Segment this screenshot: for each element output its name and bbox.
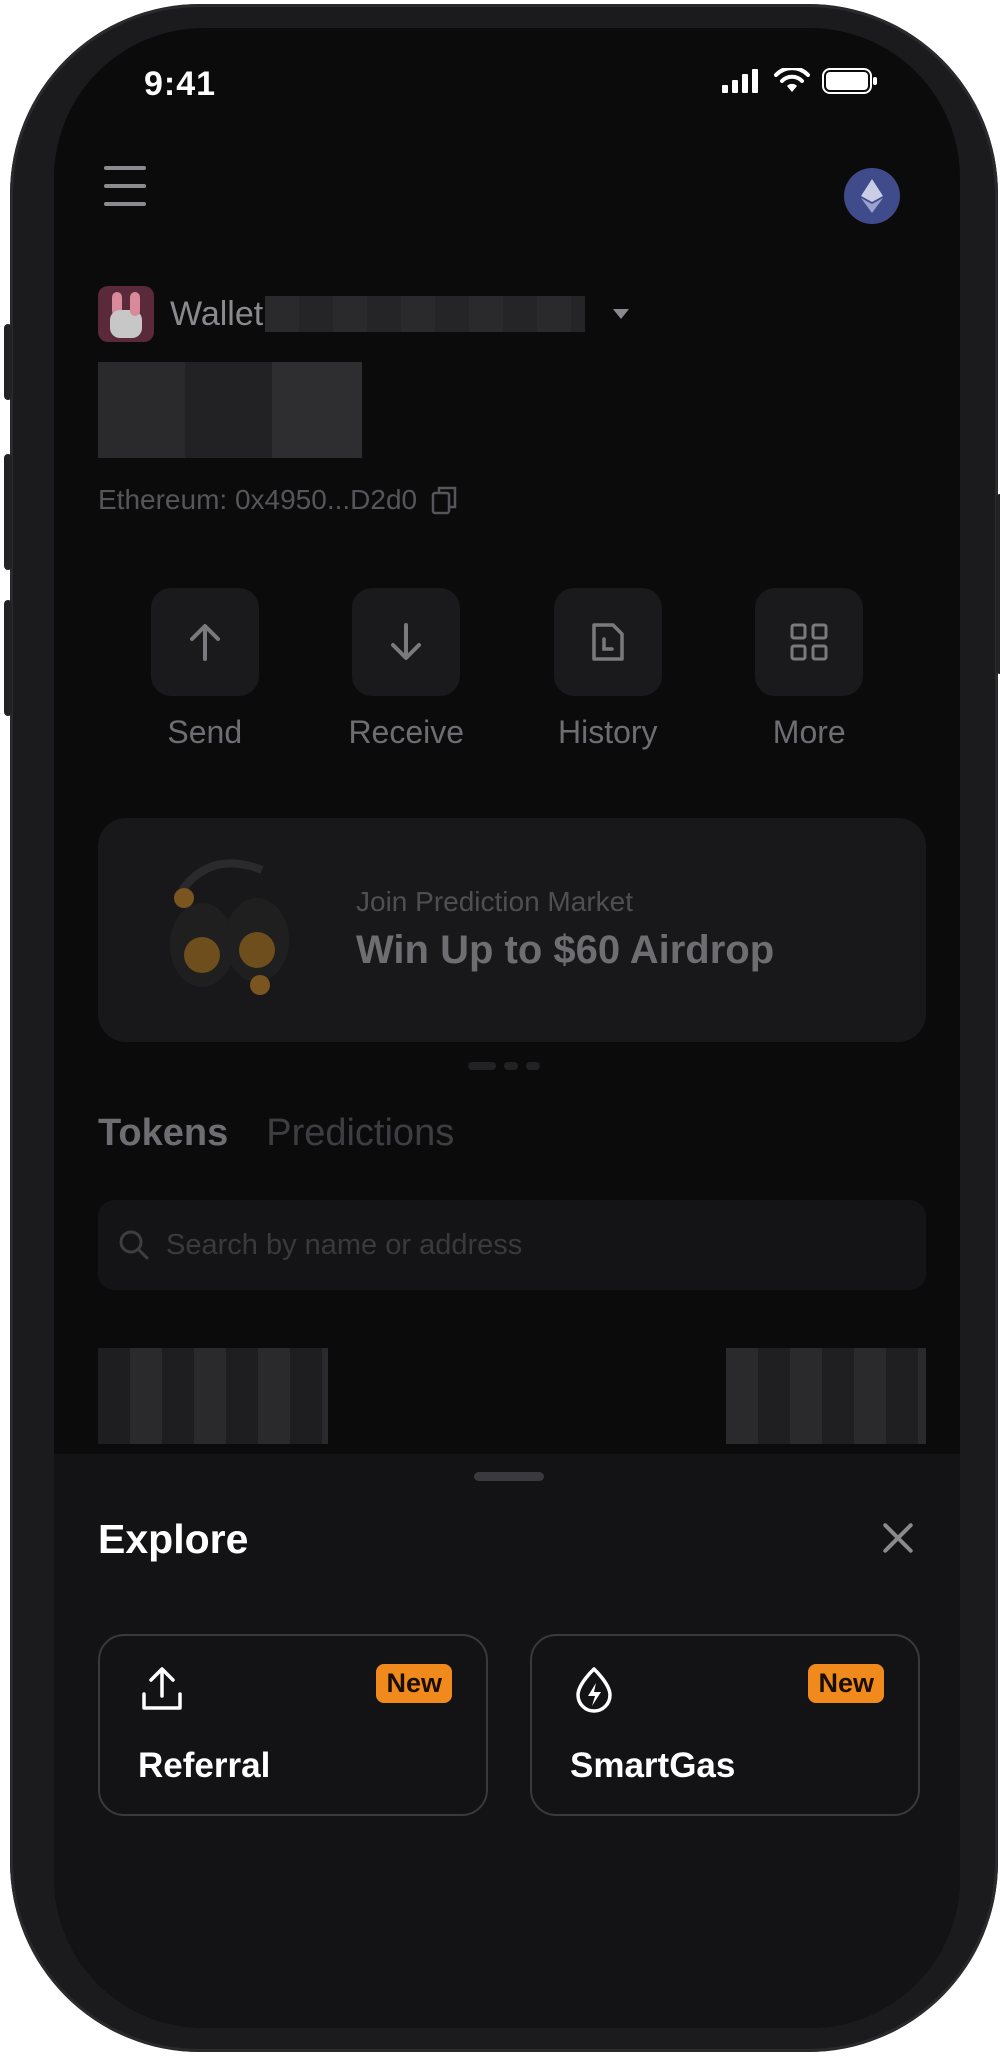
grid-icon xyxy=(790,623,828,661)
referral-label: Referral xyxy=(138,1746,271,1785)
carousel-dots xyxy=(468,1062,540,1070)
smartgas-label: SmartGas xyxy=(570,1746,736,1785)
quick-actions: Send Receive History More xyxy=(54,588,960,751)
wifi-icon xyxy=(774,68,810,92)
redacted-token-info xyxy=(98,1348,328,1444)
power-button xyxy=(996,494,1000,674)
phone-frame: 9:41 Wallet Ethereum: 0x4950...D2d0 Send… xyxy=(4,4,1000,2052)
wallet-name: Wallet xyxy=(170,294,264,333)
new-badge: New xyxy=(376,1664,452,1703)
redacted-wallet-name xyxy=(265,296,586,332)
redacted-balance xyxy=(98,362,362,458)
history-label: History xyxy=(557,714,658,750)
token-row[interactable] xyxy=(98,1348,926,1444)
sheet-drag-handle[interactable] xyxy=(474,1472,544,1481)
send-tile[interactable] xyxy=(150,588,259,696)
status-time: 9:41 xyxy=(144,65,217,103)
carousel-dot[interactable] xyxy=(504,1062,518,1070)
smartgas-card[interactable]: New SmartGas xyxy=(530,1634,920,1816)
redacted-token-balance xyxy=(726,1348,926,1444)
send-label: Send xyxy=(167,714,243,750)
ethereum-network-icon[interactable] xyxy=(844,168,900,224)
more-button[interactable]: More xyxy=(734,588,884,751)
carousel-dot[interactable] xyxy=(526,1062,540,1070)
phone-screen: 9:41 Wallet Ethereum: 0x4950...D2d0 Send… xyxy=(54,28,960,2028)
upload-icon xyxy=(142,1667,182,1710)
battery-icon xyxy=(822,68,877,94)
volume-down-button xyxy=(4,600,12,716)
arrow-down-icon xyxy=(391,623,422,660)
referral-card[interactable]: New Referral xyxy=(98,1634,488,1816)
history-tile[interactable] xyxy=(553,588,662,696)
search-icon xyxy=(119,1230,149,1260)
action-button xyxy=(4,324,12,400)
wallet-address: Ethereum: 0x4950...D2d0 xyxy=(98,484,418,515)
cellular-signal-icon xyxy=(722,69,758,93)
status-icons xyxy=(722,68,878,94)
close-icon[interactable] xyxy=(880,1520,916,1556)
tab-tokens[interactable]: Tokens xyxy=(98,1112,228,1155)
sheet-title: Explore xyxy=(98,1516,249,1562)
asset-tabs: Tokens Predictions xyxy=(98,1112,454,1155)
promo-banner[interactable]: Join Prediction Market Win Up to $60 Air… xyxy=(98,818,926,1042)
volume-up-button xyxy=(4,454,12,570)
binoculars-illustration xyxy=(170,859,289,995)
copy-icon[interactable] xyxy=(431,485,457,515)
gas-bolt-icon xyxy=(576,1667,612,1713)
receive-label: Receive xyxy=(348,714,465,750)
receive-button[interactable]: Receive xyxy=(331,588,481,751)
promo-subtitle: Join Prediction Market xyxy=(356,886,634,917)
chevron-down-icon xyxy=(613,309,630,319)
document-icon xyxy=(592,623,624,661)
address-row: Ethereum: 0x4950...D2d0 xyxy=(98,484,457,516)
receive-tile[interactable] xyxy=(352,588,461,696)
avatar xyxy=(98,286,154,342)
search-input[interactable]: Search by name or address xyxy=(98,1200,926,1290)
menu-icon[interactable] xyxy=(104,166,146,206)
explore-sheet: Explore New Referral New SmartGas xyxy=(54,1454,960,2028)
more-tile[interactable] xyxy=(755,588,864,696)
promo-title: Win Up to $60 Airdrop xyxy=(356,928,775,972)
send-button[interactable]: Send xyxy=(130,588,280,751)
tab-predictions[interactable]: Predictions xyxy=(266,1112,454,1155)
new-badge: New xyxy=(808,1664,884,1703)
carousel-dot-active[interactable] xyxy=(468,1062,496,1070)
search-placeholder: Search by name or address xyxy=(166,1228,523,1261)
arrow-up-icon xyxy=(189,624,220,661)
ethereum-icon xyxy=(861,179,883,213)
wallet-selector[interactable]: Wallet xyxy=(98,286,630,342)
more-label: More xyxy=(772,714,846,750)
history-button[interactable]: History xyxy=(533,588,683,751)
